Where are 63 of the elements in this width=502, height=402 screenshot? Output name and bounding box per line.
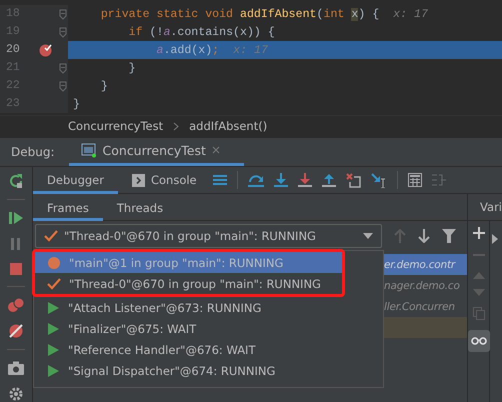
code-line: } <box>72 96 81 112</box>
chevron-icon <box>173 122 180 131</box>
breadcrumb[interactable]: ConcurrencyTest <box>68 119 164 134</box>
resume-icon[interactable] <box>9 210 24 226</box>
panel-tab[interactable]: Threads <box>102 194 178 221</box>
step-over-icon[interactable] <box>248 173 264 187</box>
run-to-cursor-icon[interactable] <box>370 172 387 188</box>
window-icon <box>80 142 97 158</box>
fold-icon[interactable] <box>59 26 67 38</box>
glasses-icon <box>470 337 487 345</box>
check-icon <box>44 230 58 242</box>
fold-icon[interactable] <box>59 8 67 20</box>
code-line: } <box>100 78 109 94</box>
dot-icon <box>47 256 62 270</box>
caret-icon <box>363 233 374 239</box>
force-step-into-icon[interactable] <box>298 173 312 187</box>
pause-icon[interactable] <box>10 236 22 252</box>
expand-icon[interactable] <box>492 234 498 244</box>
camera-icon[interactable] <box>7 360 26 376</box>
thread-dropdown[interactable]: "Thread-0"@670 in group "main": RUNNING <box>35 224 382 248</box>
step-into-icon[interactable] <box>274 173 288 187</box>
code-line: private static void addIfAbsent(int x) { x: 17 <box>100 6 429 22</box>
check-icon <box>47 278 62 290</box>
session-tab[interactable]: ConcurrencyTest <box>68 138 244 166</box>
thread-item[interactable]: "Signal Dispatcher"@674: RUNNING <box>34 360 384 381</box>
layout-icon[interactable] <box>212 174 227 186</box>
thread-item[interactable]: "Finalizer"@675: WAIT <box>34 318 384 339</box>
close-icon[interactable] <box>212 146 220 154</box>
fold-icon[interactable] <box>59 62 67 74</box>
frame-item[interactable]: nager.demo.co <box>384 275 468 296</box>
calculator-icon[interactable] <box>408 173 422 187</box>
glasses-toggle[interactable] <box>468 330 490 352</box>
breakpoints-icon[interactable] <box>8 297 24 313</box>
play-icon <box>46 342 60 356</box>
thread-item[interactable]: "Attach Listener"@673: RUNNING <box>34 297 384 318</box>
play-icon <box>46 322 60 336</box>
thread-item[interactable]: "Thread-0"@670 in group "main": RUNNING <box>35 273 342 294</box>
debugger-tab[interactable]: Debugger <box>33 166 118 194</box>
debugger-tab[interactable]: Console <box>118 166 211 194</box>
drop-frame-icon[interactable] <box>346 172 361 188</box>
step-out-icon[interactable] <box>322 173 336 187</box>
play-icon <box>46 300 60 314</box>
code-line: } <box>128 60 137 76</box>
trace-icon[interactable] <box>432 173 446 187</box>
play-icon <box>46 364 60 378</box>
console-icon <box>132 174 145 186</box>
breakpoint-icon[interactable] <box>39 43 53 57</box>
settings-icon[interactable] <box>8 386 24 402</box>
panel-tab[interactable]: Frames <box>33 194 103 221</box>
arrow-down-icon[interactable] <box>418 229 430 243</box>
breadcrumb[interactable]: addIfAbsent() <box>189 119 268 134</box>
fold-icon[interactable] <box>59 80 67 92</box>
stop-icon[interactable] <box>9 262 24 276</box>
frame-item[interactable]: er.demo.contr <box>384 254 468 275</box>
variables-tab[interactable]: Vari <box>468 194 502 221</box>
debug-label: Debug: <box>11 144 55 159</box>
thread-item[interactable]: "Reference Handler"@676: WAIT <box>34 339 384 360</box>
code-line: if (!a.contains(x)) { <box>128 24 276 40</box>
plus-icon[interactable] <box>472 227 485 239</box>
rerun-icon[interactable] <box>8 173 24 189</box>
frame-item[interactable]: ller.Concurren <box>384 296 468 317</box>
filter-icon[interactable] <box>442 229 456 243</box>
mute-breakpoints-icon[interactable] <box>8 323 24 339</box>
